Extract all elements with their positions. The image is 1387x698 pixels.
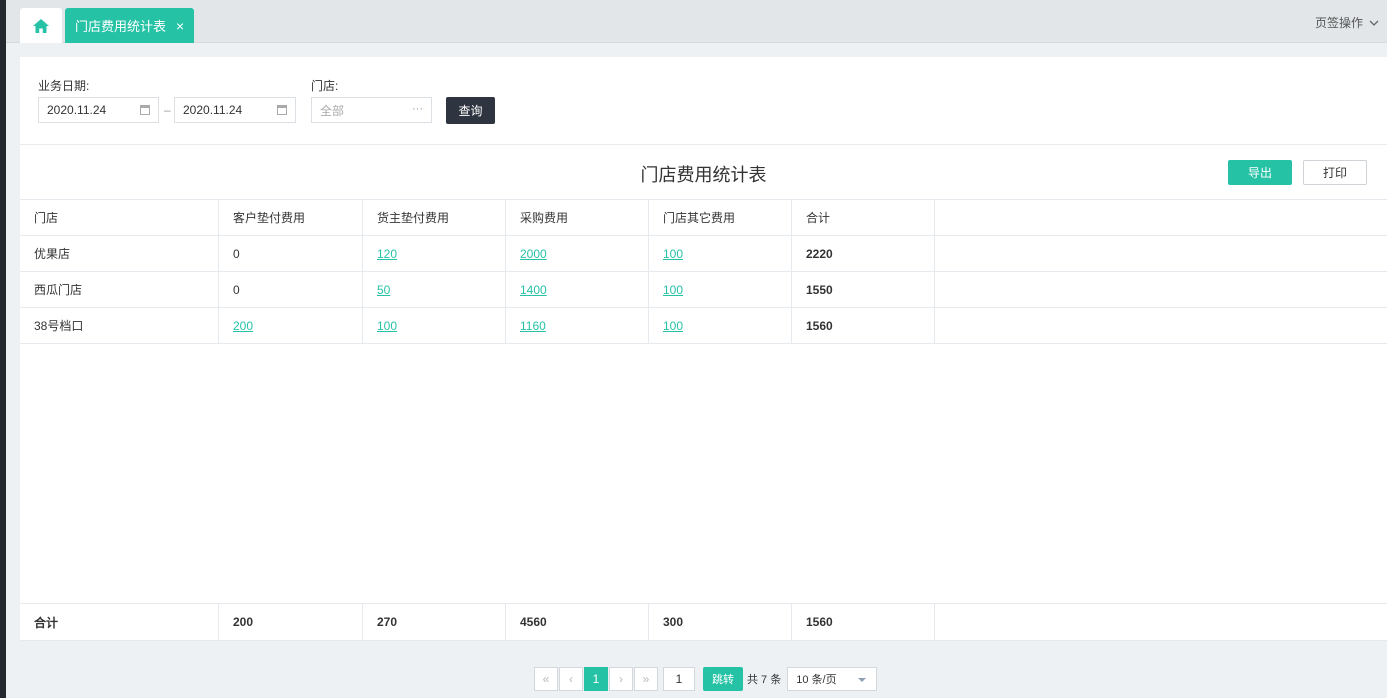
store-name-cell: 西瓜门店 (20, 272, 219, 307)
tab-label: 门店费用统计表 (75, 19, 167, 34)
customer-advance-link[interactable]: 200 (233, 319, 253, 333)
customer-advance-cell: 0 (219, 236, 363, 271)
main-panel: 业务日期: 2020.11.24 – 2020.11.24 门店: 全部 ···… (20, 57, 1387, 641)
tab-store-expense-report[interactable]: 门店费用统计表 × (65, 8, 194, 43)
table-total-row: 合计 200 270 4560 300 1560 (20, 603, 1387, 641)
table-row: 优果店 0 120 2000 100 2220 (20, 236, 1387, 272)
owner-advance-link[interactable]: 100 (377, 319, 397, 333)
total-customer-advance: 200 (219, 604, 363, 640)
row-filler (935, 604, 1387, 640)
column-header: 门店 (20, 200, 219, 235)
home-icon (33, 18, 49, 33)
purchase-cost-link[interactable]: 2000 (520, 247, 547, 261)
store-select[interactable]: 全部 ··· (311, 97, 432, 123)
tab-operations-menu[interactable]: 页签操作 (1315, 14, 1379, 31)
last-page-button[interactable]: » (634, 667, 658, 691)
export-button[interactable]: 导出 (1228, 160, 1292, 185)
home-tab[interactable] (20, 8, 62, 43)
row-total-cell: 1550 (792, 272, 935, 307)
table-row: 38号档口 200 100 1160 100 1560 (20, 308, 1387, 344)
column-header: 货主垫付费用 (363, 200, 506, 235)
totals-label: 合计 (20, 604, 219, 640)
close-icon[interactable]: × (176, 19, 184, 33)
date-start-value: 2020.11.24 (47, 103, 107, 117)
row-total-cell: 2220 (792, 236, 935, 271)
jump-button[interactable]: 跳转 (703, 667, 743, 691)
customer-advance-cell: 0 (219, 272, 363, 307)
caret-down-icon (858, 678, 867, 682)
total-count: 共 7 条 (747, 674, 782, 686)
table-header-row: 门店 客户垫付费用 货主垫付费用 采购费用 门店其它费用 合计 (20, 200, 1387, 236)
business-date-label: 业务日期: (38, 79, 90, 93)
print-button[interactable]: 打印 (1303, 160, 1367, 185)
owner-advance-link[interactable]: 50 (377, 283, 390, 297)
page-size-value: 10 条/页 (796, 674, 837, 686)
owner-advance-link[interactable]: 120 (377, 247, 397, 261)
page-number-button[interactable]: 1 (584, 667, 608, 691)
first-page-button[interactable]: « (534, 667, 558, 691)
column-header: 合计 (792, 200, 935, 235)
row-filler (935, 236, 1387, 271)
jump-page-input[interactable]: 1 (663, 667, 695, 691)
prev-page-button[interactable]: ‹ (559, 667, 583, 691)
calendar-icon (277, 105, 287, 115)
pagination: « ‹ 1 › » 1 跳转 共 7 条 10 条/页 (534, 667, 878, 691)
store-name-cell: 38号档口 (20, 308, 219, 343)
row-filler (935, 308, 1387, 343)
tab-operations-label: 页签操作 (1314, 16, 1363, 30)
row-total-cell: 1560 (792, 308, 935, 343)
row-filler (935, 272, 1387, 307)
date-start-input[interactable]: 2020.11.24 (38, 97, 159, 123)
totals-row: 合计 200 270 4560 300 1560 (20, 604, 1387, 640)
tab-bar: 门店费用统计表 × 页签操作 (6, 0, 1387, 43)
store-label: 门店: (311, 79, 339, 93)
filter-bar: 业务日期: 2020.11.24 – 2020.11.24 门店: 全部 ···… (20, 57, 1387, 145)
other-cost-link[interactable]: 100 (663, 319, 683, 333)
chevron-down-icon (1369, 20, 1379, 26)
more-icon[interactable]: ··· (412, 103, 423, 115)
column-header: 客户垫付费用 (219, 200, 363, 235)
date-end-input[interactable]: 2020.11.24 (174, 97, 296, 123)
total-purchase-cost: 4560 (506, 604, 649, 640)
grand-total: 1560 (792, 604, 935, 640)
table-row: 西瓜门店 0 50 1400 100 1550 (20, 272, 1387, 308)
other-cost-link[interactable]: 100 (663, 247, 683, 261)
calendar-icon (140, 105, 150, 115)
store-placeholder: 全部 (320, 103, 345, 118)
column-header: 门店其它费用 (649, 200, 792, 235)
store-name-cell: 优果店 (20, 236, 219, 271)
purchase-cost-link[interactable]: 1400 (520, 283, 547, 297)
date-separator: – (164, 103, 171, 117)
date-end-value: 2020.11.24 (183, 103, 243, 117)
app-frame: 门店费用统计表 × 页签操作 业务日期: 2020.11.24 – 2020.1… (6, 0, 1387, 698)
column-header: 采购费用 (506, 200, 649, 235)
data-table: 门店 客户垫付费用 货主垫付费用 采购费用 门店其它费用 合计 优果店 0 12… (20, 199, 1387, 344)
query-button[interactable]: 查询 (446, 97, 495, 124)
total-other-cost: 300 (649, 604, 792, 640)
report-title: 门店费用统计表 (640, 165, 767, 185)
page-size-select[interactable]: 10 条/页 (787, 667, 878, 691)
other-cost-link[interactable]: 100 (663, 283, 683, 297)
next-page-button[interactable]: › (609, 667, 633, 691)
purchase-cost-link[interactable]: 1160 (520, 319, 546, 333)
total-owner-advance: 270 (363, 604, 506, 640)
column-header-filler (935, 200, 1387, 235)
